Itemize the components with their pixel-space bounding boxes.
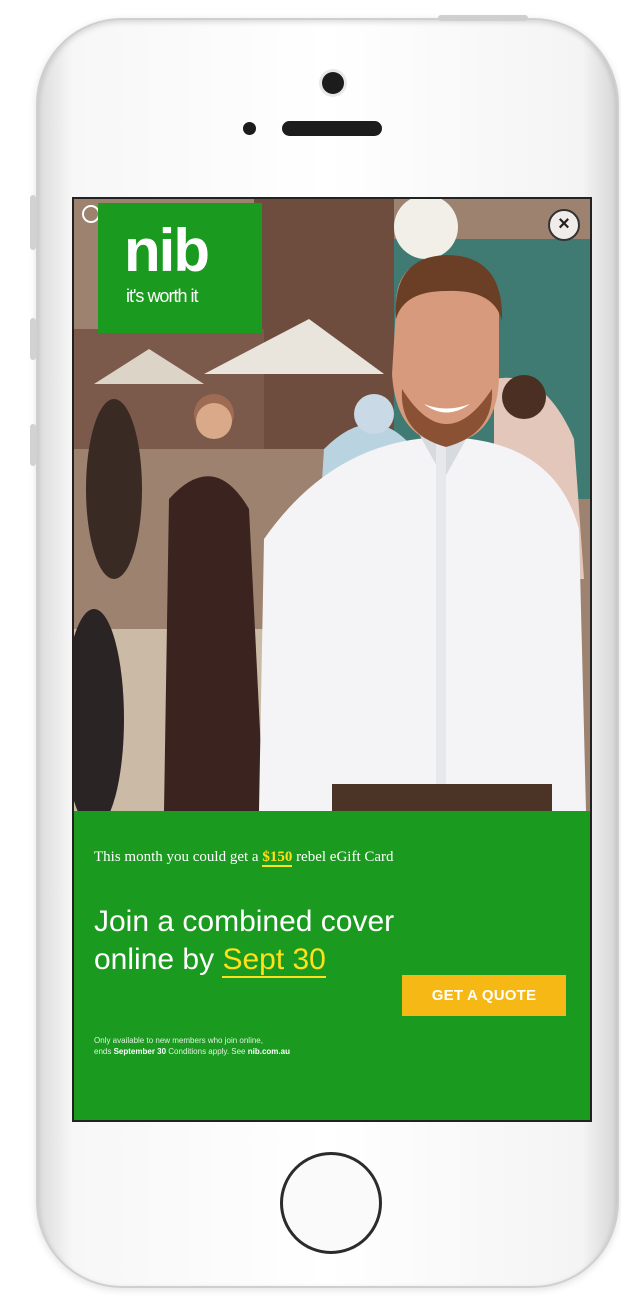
front-camera: [322, 72, 344, 94]
ad-screen: nib it's worth it × This month you could…: [72, 197, 592, 1122]
terms-date: September 30: [113, 1047, 167, 1056]
headline-date: Sept 30: [222, 943, 326, 978]
volume-down-button: [30, 424, 36, 466]
headline-line-1: Join a combined cover: [94, 905, 395, 938]
volume-up-button: [30, 318, 36, 360]
hero-photo: nib it's worth it ×: [74, 199, 590, 811]
offer-text-start: This month you could get a: [94, 849, 263, 865]
terms-text: Only available to new members who join o…: [94, 1035, 394, 1057]
terms-conditions: Conditions apply. See: [166, 1047, 248, 1056]
promo-panel: This month you could get a $150 rebel eG…: [74, 811, 590, 1120]
logo-tagline: it's worth it: [126, 286, 198, 306]
offer-text-end: rebel eGift Card: [292, 849, 394, 865]
headline-line-2: online by Sept 30: [94, 941, 434, 979]
logo-word: nib: [124, 217, 210, 284]
terms-line-1: Only available to new members who join o…: [94, 1036, 263, 1045]
proximity-sensor: [243, 122, 256, 135]
promo-offer-text: This month you could get a $150 rebel eG…: [94, 849, 394, 867]
terms-line-2: ends September 30 Conditions apply. See …: [94, 1046, 394, 1057]
mute-switch: [30, 195, 36, 250]
headline-text: online by: [94, 943, 223, 976]
power-button: [438, 15, 528, 21]
terms-link[interactable]: nib.com.au: [248, 1047, 290, 1056]
offer-amount: $150: [262, 849, 293, 867]
get-a-quote-button[interactable]: GET A QUOTE: [402, 975, 566, 1016]
earpiece-speaker: [282, 121, 382, 136]
promo-headline: Join a combined cover online by Sept 30: [94, 903, 434, 979]
home-button[interactable]: [280, 1152, 382, 1254]
nib-logo: nib it's worth it: [98, 203, 262, 333]
terms-ends: ends: [94, 1047, 114, 1056]
close-icon[interactable]: ×: [548, 209, 580, 241]
